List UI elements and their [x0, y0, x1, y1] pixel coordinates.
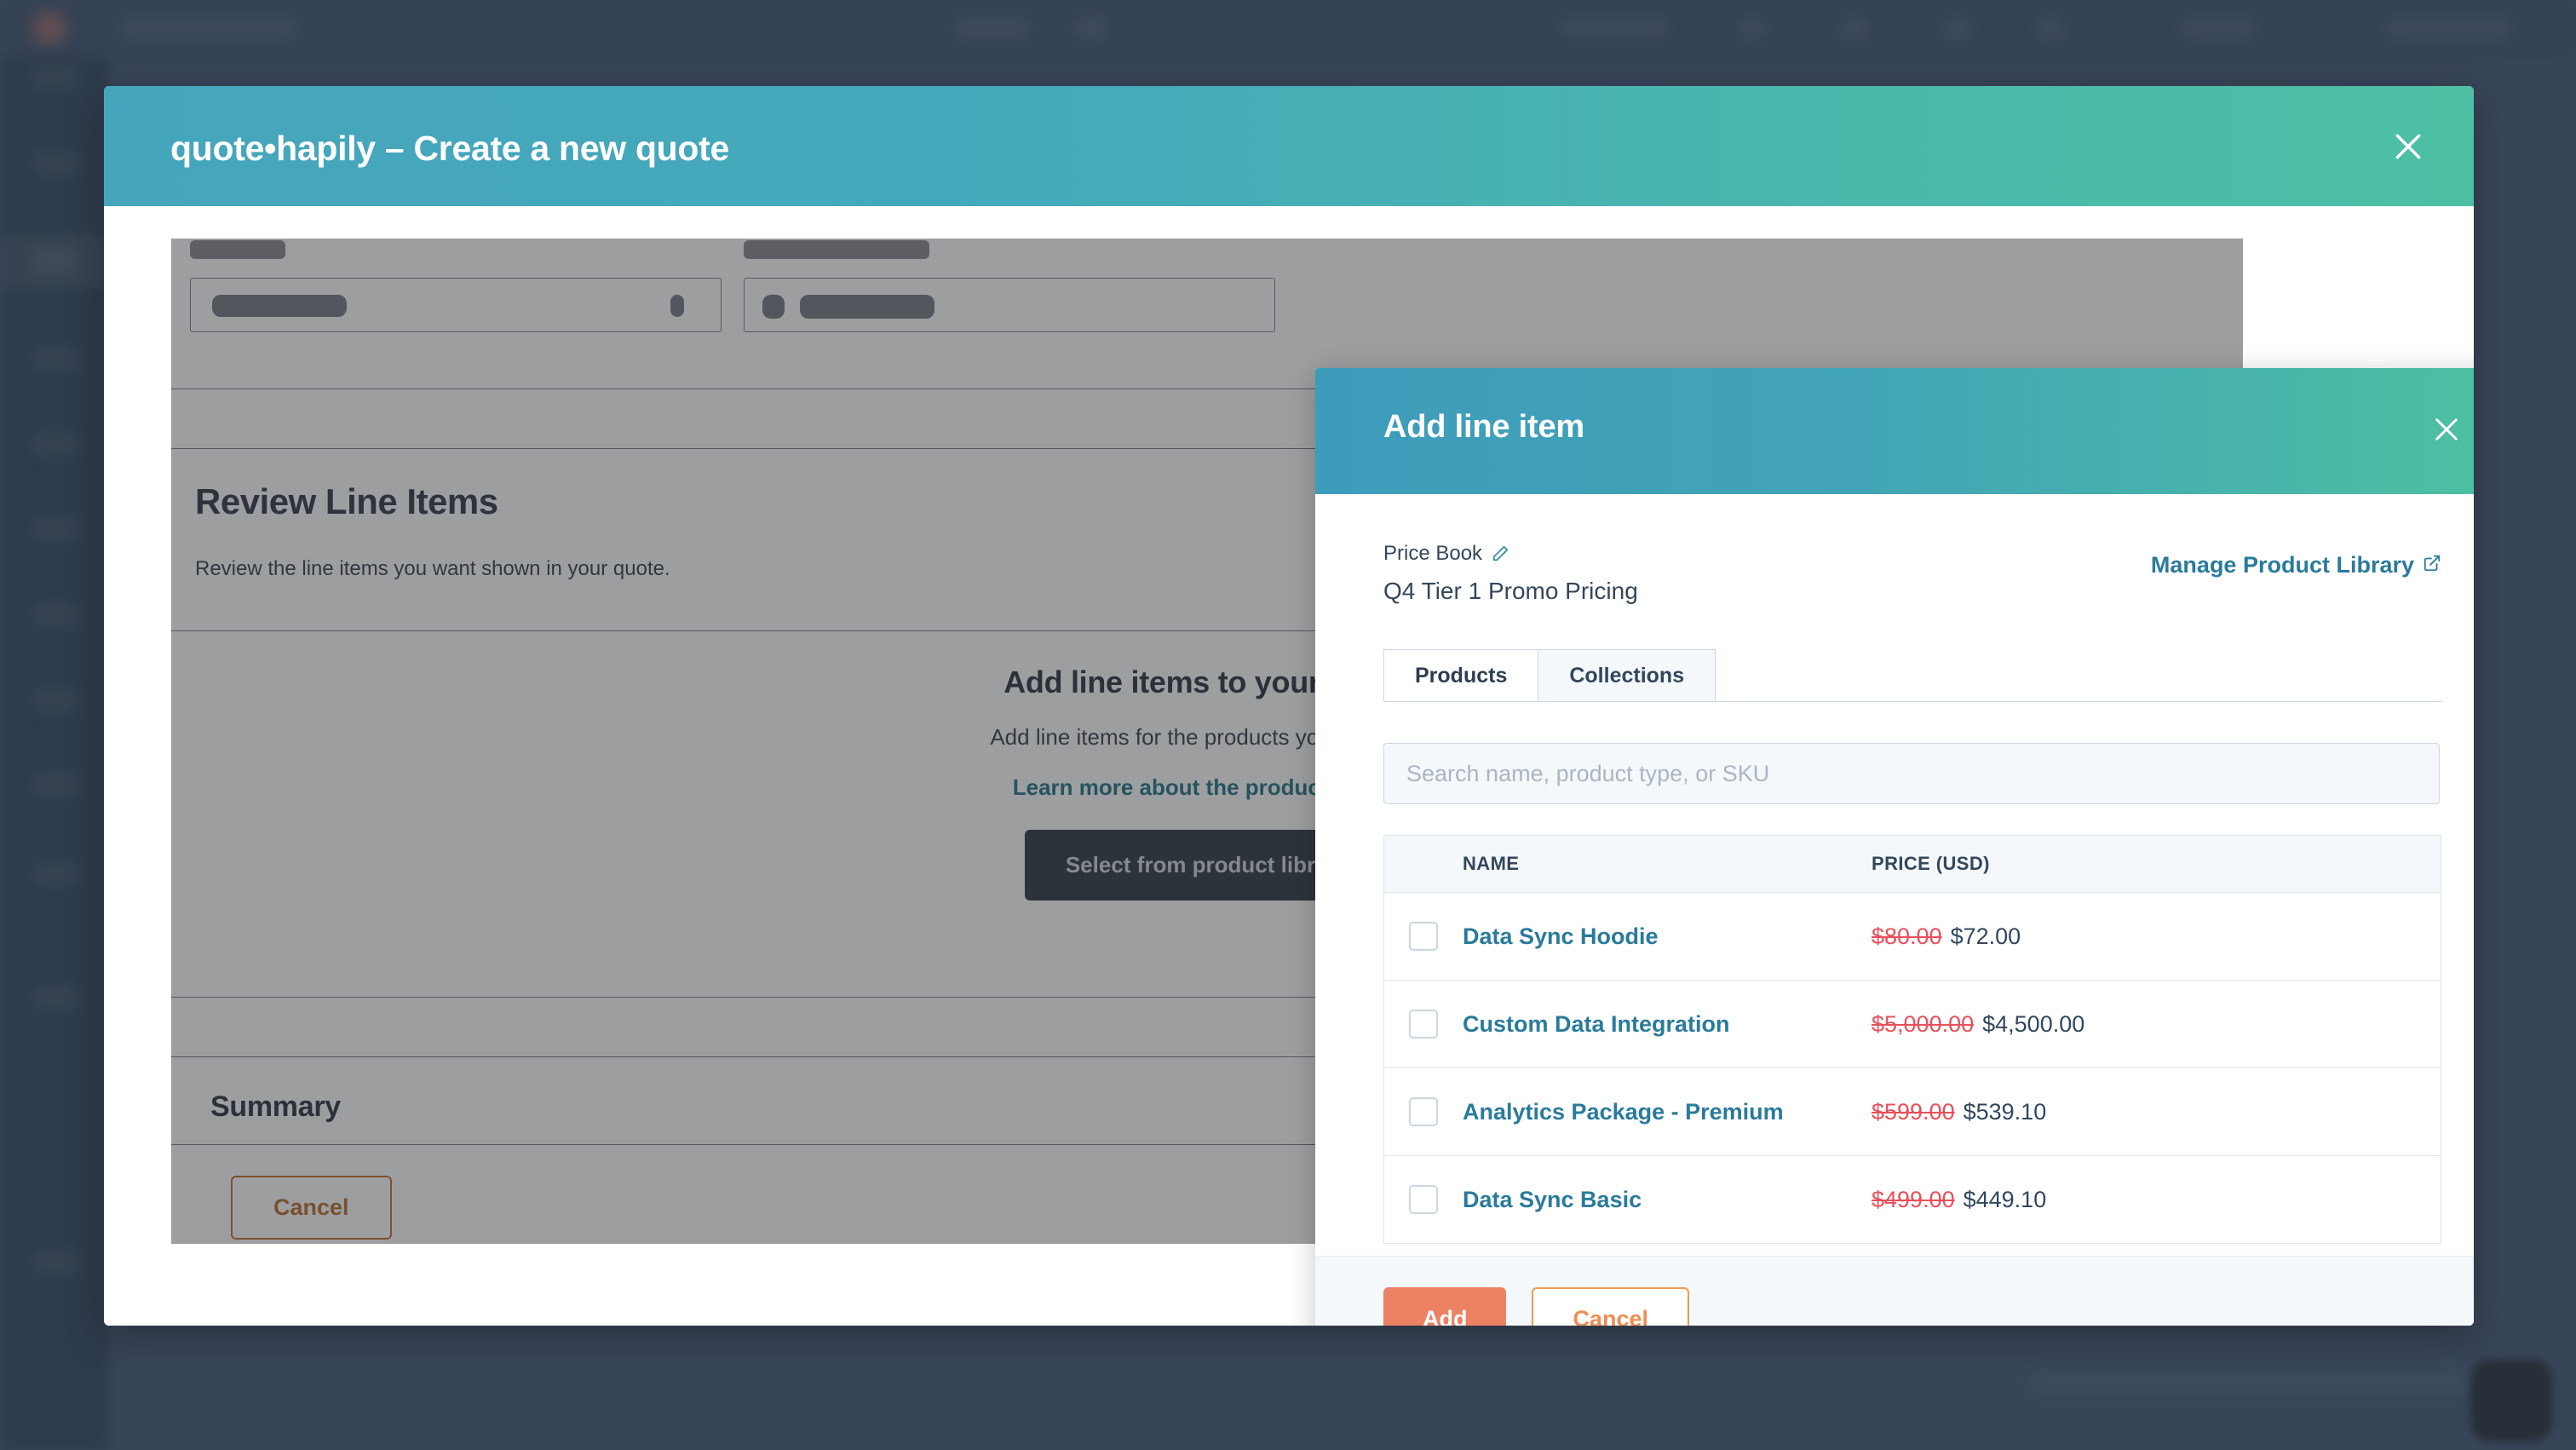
column-header-price: PRICE (USD)	[1872, 853, 1990, 874]
current-price: $4,500.00	[1982, 1010, 2085, 1037]
row-checkbox[interactable]	[1409, 922, 1438, 951]
wizard-form-skeleton	[171, 239, 2243, 368]
column-header-name: NAME	[1463, 853, 1520, 874]
product-name-link[interactable]: Custom Data Integration	[1463, 1011, 1872, 1038]
pencil-icon[interactable]	[1491, 544, 1509, 563]
manage-product-library-link[interactable]: Manage Product Library	[2151, 552, 2441, 578]
products-table: NAME PRICE (USD) Data Sync Hoodie $80.00…	[1383, 835, 2441, 1244]
price-book-label: Price Book	[1383, 542, 1483, 565]
current-price: $449.10	[1963, 1186, 2047, 1212]
close-icon	[2435, 418, 2458, 440]
external-link-icon	[2423, 552, 2441, 578]
row-checkbox[interactable]	[1409, 1097, 1438, 1126]
wizard-cancel-button[interactable]: Cancel	[231, 1176, 392, 1240]
tab-collections[interactable]: Collections	[1538, 649, 1716, 701]
original-price: $80.00	[1872, 923, 1942, 949]
products-table-header: NAME PRICE (USD)	[1384, 836, 2441, 893]
price-book-label-row: Price Book	[1383, 542, 1509, 566]
drawer-close-button[interactable]	[2424, 407, 2469, 452]
current-price: $539.10	[1963, 1098, 2047, 1125]
add-button[interactable]: Add	[1383, 1287, 1507, 1326]
drawer-title: Add line item	[1383, 409, 1584, 445]
screen: quote•hapily – Create a new quote Review…	[0, 0, 2576, 1450]
product-price-cell: $499.00 $449.10	[1872, 1187, 2441, 1213]
product-price-cell: $599.00 $539.10	[1872, 1099, 2441, 1125]
row-checkbox[interactable]	[1409, 1010, 1438, 1039]
modal-title: quote•hapily – Create a new quote	[170, 129, 730, 168]
wizard-heading: Review Line Items	[195, 481, 498, 521]
cancel-button[interactable]: Cancel	[1532, 1287, 1690, 1326]
row-checkbox[interactable]	[1409, 1185, 1438, 1214]
table-row[interactable]: Data Sync Basic $499.00 $449.10	[1384, 1156, 2441, 1244]
drawer-tabs: Products Collections	[1383, 649, 2441, 702]
drawer-body: Price Book Q4 Tier 1 Promo Pricing Manag…	[1315, 494, 2474, 1326]
product-search-field[interactable]	[1383, 743, 2440, 804]
price-book-value: Q4 Tier 1 Promo Pricing	[1383, 578, 1638, 604]
close-icon	[2395, 134, 2421, 159]
original-price: $5,000.00	[1872, 1010, 1975, 1037]
tabs-underline	[1383, 701, 2441, 702]
wizard-description: Review the line items you want shown in …	[195, 557, 670, 580]
table-row[interactable]: Custom Data Integration $5,000.00 $4,500.…	[1384, 981, 2441, 1068]
add-line-item-drawer: Add line item Price Book Q4 Tier 1 Promo…	[1315, 368, 2474, 1326]
product-name-link[interactable]: Data Sync Basic	[1463, 1187, 1872, 1213]
product-name-link[interactable]: Data Sync Hoodie	[1463, 924, 1872, 950]
create-quote-modal: quote•hapily – Create a new quote Review…	[104, 86, 2474, 1326]
search-input[interactable]	[1405, 759, 2418, 788]
modal-header: quote•hapily – Create a new quote	[104, 86, 2474, 206]
original-price: $499.00	[1872, 1186, 1955, 1212]
drawer-footer: Add Cancel	[1315, 1256, 2474, 1326]
table-row[interactable]: Data Sync Hoodie $80.00 $72.00	[1384, 893, 2441, 981]
table-row[interactable]: Analytics Package - Premium $599.00 $539.…	[1384, 1068, 2441, 1156]
tab-products[interactable]: Products	[1383, 649, 1539, 701]
product-price-cell: $5,000.00 $4,500.00	[1872, 1011, 2441, 1038]
current-price: $72.00	[1950, 923, 2021, 949]
drawer-header: Add line item	[1315, 368, 2474, 494]
original-price: $599.00	[1872, 1098, 1955, 1125]
summary-heading: Summary	[210, 1090, 341, 1123]
manage-product-library-label: Manage Product Library	[2150, 552, 2414, 578]
product-price-cell: $80.00 $72.00	[1872, 924, 2441, 950]
modal-body: Review Line Items Review the line items …	[104, 206, 2474, 1326]
modal-close-button[interactable]	[2385, 124, 2431, 170]
product-name-link[interactable]: Analytics Package - Premium	[1463, 1099, 1872, 1125]
